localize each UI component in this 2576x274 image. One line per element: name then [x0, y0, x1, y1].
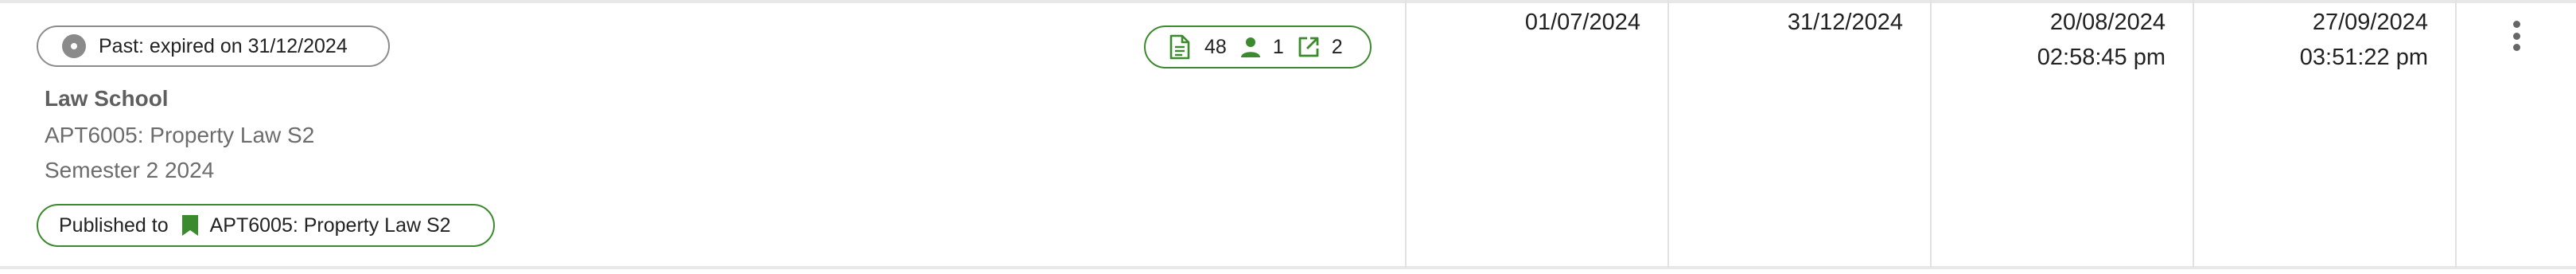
- column-divider: [2193, 0, 2194, 268]
- column-divider: [1930, 0, 1932, 268]
- status-dot-icon: [62, 34, 86, 58]
- course-term: Semester 2 2024: [45, 158, 215, 182]
- person-icon: [1239, 36, 1262, 58]
- row-top-divider: [0, 0, 2576, 3]
- kebab-dot: [2512, 44, 2520, 51]
- stats-chip[interactable]: 48 1 2: [1144, 25, 1372, 68]
- kebab-dot: [2512, 32, 2520, 40]
- people-count: 1: [1272, 35, 1284, 58]
- column-divider: [1405, 0, 1407, 268]
- modified-date: 27/09/2024: [2312, 10, 2428, 35]
- created-date: 20/08/2024: [2049, 10, 2165, 35]
- documents-count: 48: [1204, 35, 1227, 58]
- column-divider: [1667, 0, 1669, 268]
- column-divider: [2455, 0, 2457, 268]
- open-external-icon: [1297, 35, 1321, 59]
- created-cell: 20/08/2024 02:58:45 pm: [2037, 5, 2165, 75]
- document-icon: [1168, 34, 1190, 60]
- more-vert-icon[interactable]: [2504, 18, 2528, 54]
- published-prefix: Published to: [59, 213, 169, 237]
- shared-count: 2: [1331, 35, 1343, 58]
- end-date: 31/12/2024: [1787, 10, 1903, 35]
- modified-cell: 27/09/2024 03:51:22 pm: [2300, 5, 2428, 75]
- row-bottom-divider: [0, 266, 2576, 269]
- course-code: APT6005: Property Law S2: [45, 123, 315, 147]
- kebab-dot: [2512, 21, 2520, 28]
- end-date-cell: 31/12/2024: [1788, 5, 1903, 40]
- created-time: 02:58:45 pm: [2037, 45, 2165, 70]
- published-target: APT6005: Property Law S2: [209, 213, 451, 237]
- bookmark-icon: [181, 214, 199, 237]
- start-date-cell: 01/07/2024: [1525, 5, 1640, 40]
- published-chip[interactable]: Published to APT6005: Property Law S2: [37, 204, 495, 247]
- start-date: 01/07/2024: [1524, 10, 1640, 35]
- course-row[interactable]: Past: expired on 31/12/2024 48 1 2 Law S…: [0, 0, 2576, 274]
- status-label: Past: expired on 31/12/2024: [99, 34, 348, 57]
- modified-time: 03:51:22 pm: [2299, 45, 2428, 70]
- course-school: Law School: [45, 86, 169, 111]
- status-chip: Past: expired on 31/12/2024: [37, 25, 390, 67]
